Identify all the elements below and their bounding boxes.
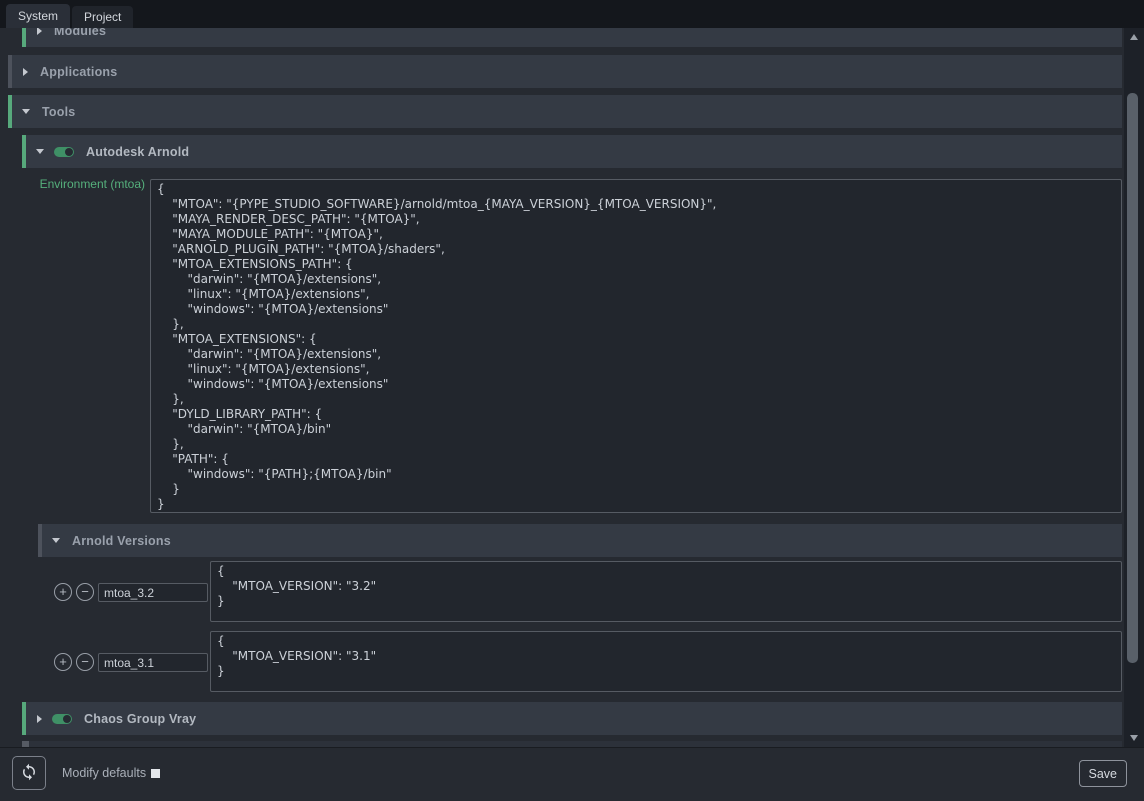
remove-version-button[interactable]: − (76, 583, 94, 601)
section-header-arnold-versions[interactable]: Arnold Versions (38, 524, 1122, 557)
environment-mtoa-textarea[interactable]: { "MTOA": "{PYPE_STUDIO_SOFTWARE}/arnold… (150, 179, 1122, 513)
environment-mtoa-label: Environment (mtoa) (25, 177, 145, 191)
version-row-mtoa-3.2: + − { "MTOA_VERSION": "3.2" } (38, 561, 1122, 622)
section-header-tools[interactable]: Tools (8, 95, 1122, 128)
modify-defaults-checkbox[interactable] (151, 769, 160, 778)
footer-bar: Modify defaults Save (0, 747, 1144, 801)
section-header-autodesk-arnold[interactable]: Autodesk Arnold (22, 135, 1122, 168)
section-label: Modules (54, 28, 106, 38)
add-version-button[interactable]: + (54, 653, 72, 671)
scroll-up-icon[interactable] (1130, 34, 1138, 40)
chevron-down-icon[interactable] (36, 149, 44, 154)
chevron-right-icon[interactable] (23, 68, 28, 76)
settings-window: System Project Modules Applications Tool… (0, 0, 1144, 801)
section-label: Autodesk Arnold (86, 145, 189, 159)
version-value-textarea[interactable]: { "MTOA_VERSION": "3.1" } (210, 631, 1122, 692)
section-label: Tools (42, 105, 75, 119)
modify-defaults-label: Modify defaults (62, 766, 146, 780)
section-header-chaos-group-vray[interactable]: Chaos Group Vray (22, 702, 1122, 735)
section-header-modules[interactable]: Modules (22, 28, 1122, 47)
tab-bar: System Project (0, 0, 1144, 28)
add-version-button[interactable]: + (54, 583, 72, 601)
tab-system[interactable]: System (6, 4, 70, 28)
remove-version-button[interactable]: − (76, 653, 94, 671)
chevron-right-icon[interactable] (37, 28, 42, 35)
save-button[interactable]: Save (1079, 760, 1128, 787)
enabled-toggle[interactable] (54, 147, 74, 157)
scroll-down-icon[interactable] (1130, 735, 1138, 741)
enabled-toggle[interactable] (52, 714, 72, 724)
tab-project[interactable]: Project (72, 6, 133, 28)
section-label: Applications (40, 65, 117, 79)
vertical-scrollbar (1124, 28, 1144, 747)
section-label: Chaos Group Vray (84, 712, 196, 726)
section-label: Arnold Versions (72, 534, 171, 548)
chevron-down-icon[interactable] (22, 109, 30, 114)
section-header-applications[interactable]: Applications (8, 55, 1122, 88)
refresh-button[interactable] (12, 756, 46, 790)
settings-scroll-area: Modules Applications Tools Autodesk Arno… (0, 28, 1124, 747)
chevron-right-icon[interactable] (37, 715, 42, 723)
scrollbar-thumb[interactable] (1127, 93, 1138, 663)
chevron-down-icon[interactable] (52, 538, 60, 543)
refresh-icon (20, 763, 38, 784)
version-value-textarea[interactable]: { "MTOA_VERSION": "3.2" } (210, 561, 1122, 622)
version-key-input[interactable] (98, 583, 208, 602)
version-row-mtoa-3.1: + − { "MTOA_VERSION": "3.1" } (38, 631, 1122, 692)
version-key-input[interactable] (98, 653, 208, 672)
